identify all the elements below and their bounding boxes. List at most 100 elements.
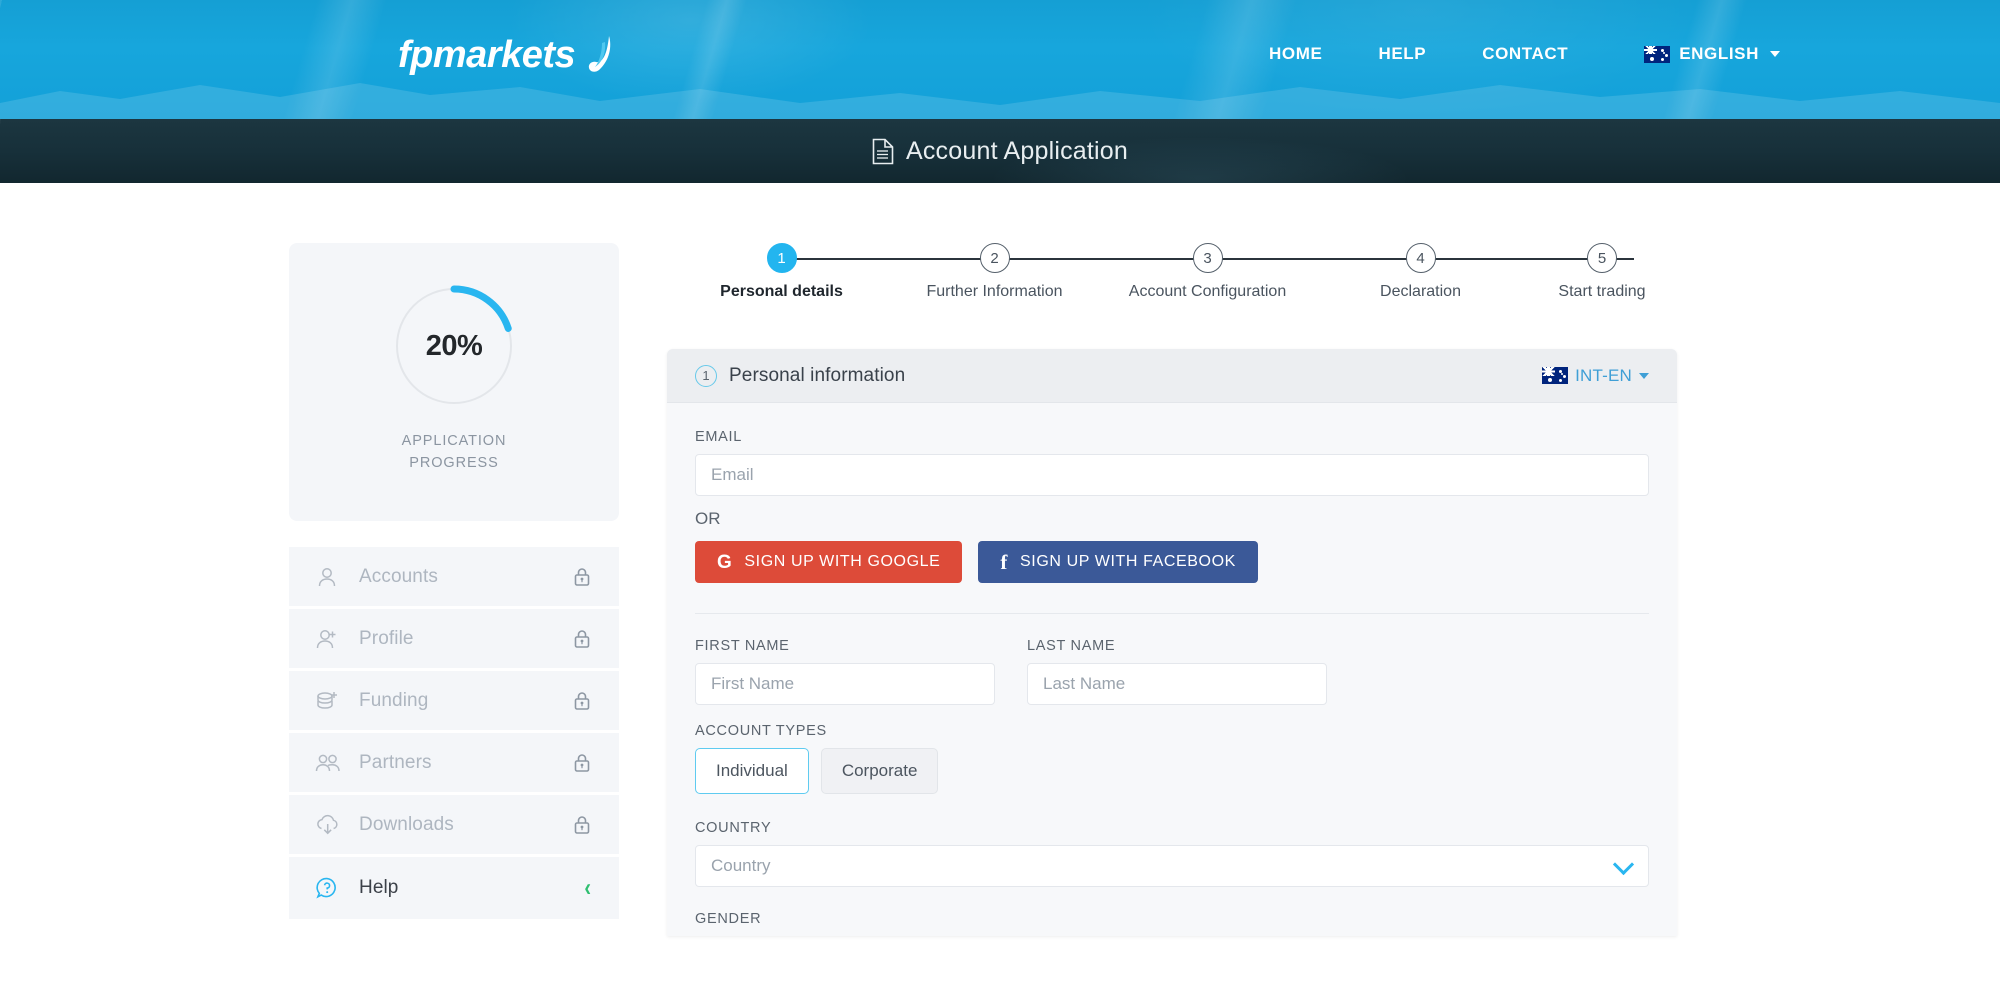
main-content: 1 Personal details 2 Further Information… [667, 243, 1757, 936]
lock-icon [573, 567, 591, 587]
sidebar-item-downloads[interactable]: Downloads [289, 795, 619, 857]
sidebar-item-profile[interactable]: Profile [289, 609, 619, 671]
sidebar: 20% APPLICATION PROGRESS Accounts Profil… [289, 243, 619, 936]
step-declaration[interactable]: 4 Declaration [1314, 243, 1634, 301]
step-label: Start trading [1558, 283, 1646, 300]
email-field-group: EMAIL [695, 429, 1649, 496]
nav-item-contact[interactable]: CONTACT [1454, 44, 1596, 64]
user-plus-icon [315, 627, 345, 651]
country-select-wrapper [695, 845, 1649, 887]
users-icon [315, 751, 345, 775]
locale-selector[interactable]: INT-EN [1542, 366, 1649, 386]
step-number: 1 [766, 243, 797, 273]
or-separator-text: OR [695, 509, 721, 528]
sidebar-item-label: Help [359, 877, 399, 898]
application-stepper: 1 Personal details 2 Further Information… [667, 243, 1677, 301]
step-label: Account Configuration [1128, 283, 1287, 300]
brand-logo-text: fpmarkets [398, 34, 576, 76]
personal-information-card: 1 Personal information INT-EN EMAIL Emai… [667, 349, 1677, 936]
progress-caption: APPLICATION PROGRESS [402, 431, 507, 475]
step-further-information[interactable]: 2 Further Information [888, 243, 1208, 301]
account-type-corporate[interactable]: Corporate [820, 748, 939, 794]
chevron-down-icon [1639, 372, 1649, 379]
sidebar-item-funding[interactable]: Funding [289, 671, 619, 733]
site-header: fpmarkets HOME HELP CONTACT ENGLISH [0, 0, 2000, 119]
step-label: Further Information [926, 283, 1063, 300]
country-select[interactable] [695, 845, 1649, 887]
sidebar-item-label: Downloads [359, 813, 454, 835]
chevron-down-icon [1770, 51, 1780, 57]
google-icon: G [717, 551, 733, 573]
account-types-group: ACCOUNT TYPES Individual Corporate [695, 723, 1649, 794]
last-name-field-group: LAST NAME [1027, 638, 1327, 705]
card-header: 1 Personal information INT-EN [667, 349, 1677, 403]
sidebar-item-partners[interactable]: Partners [289, 733, 619, 795]
brand-logo[interactable]: fpmarkets [398, 36, 617, 74]
step-start-trading[interactable]: 5 Start trading [1527, 243, 1677, 301]
australia-flag-icon [1644, 45, 1671, 63]
page-banner: Account Application [0, 119, 2000, 183]
sidebar-item-label: Partners [359, 751, 432, 773]
country-field-group: COUNTRY [695, 820, 1649, 887]
card-title: Personal information [729, 364, 906, 386]
lock-icon [573, 691, 591, 711]
page-title-text: Account Application [905, 136, 1128, 165]
account-type-individual[interactable]: Individual [695, 748, 809, 794]
australia-flag-icon [1542, 367, 1569, 384]
progress-caption-line2: PROGRESS [409, 454, 499, 471]
first-name-label: FIRST NAME [695, 638, 790, 654]
coins-plus-icon [315, 689, 345, 713]
card-step-number: 1 [695, 364, 717, 387]
lock-icon [573, 753, 591, 773]
step-number: 3 [1192, 243, 1223, 273]
progress-ring: 20% [391, 283, 517, 409]
sidebar-item-help[interactable]: Help ‹ [289, 857, 619, 919]
step-label: Declaration [1380, 283, 1461, 300]
lock-icon [573, 629, 591, 649]
cloud-download-icon [315, 813, 345, 837]
lock-icon [573, 815, 591, 835]
card-body: EMAIL OR G SIGN UP WITH GOOGLE f SIGN UP… [667, 403, 1677, 927]
progress-percent: 20% [425, 329, 483, 362]
social-signup-row: G SIGN UP WITH GOOGLE f SIGN UP WITH FAC… [695, 541, 1649, 613]
brand-swoosh-icon [588, 36, 611, 72]
signup-facebook-label: SIGN UP WITH FACEBOOK [1020, 553, 1236, 570]
user-icon [315, 565, 345, 589]
last-name-label: LAST NAME [1027, 638, 1116, 654]
step-connector [1207, 258, 1421, 260]
country-label: COUNTRY [695, 820, 772, 836]
signup-google-button[interactable]: G SIGN UP WITH GOOGLE [695, 541, 963, 583]
sidebar-item-label: Profile [359, 627, 414, 649]
nav-item-home[interactable]: HOME [1241, 44, 1350, 64]
signup-google-label: SIGN UP WITH GOOGLE [744, 553, 941, 570]
progress-caption-line1: APPLICATION [401, 433, 507, 449]
email-input[interactable] [695, 454, 1649, 496]
sidebar-item-label: Accounts [359, 565, 438, 587]
first-name-input[interactable] [695, 663, 995, 705]
locale-label: INT-EN [1575, 365, 1632, 385]
language-label: ENGLISH [1679, 44, 1759, 63]
facebook-icon: f [1000, 549, 1009, 574]
signup-facebook-button[interactable]: f SIGN UP WITH FACEBOOK [978, 541, 1258, 583]
document-icon [872, 138, 894, 164]
nav-item-help[interactable]: HELP [1350, 44, 1454, 64]
email-label: EMAIL [695, 429, 743, 445]
step-number: 5 [1587, 243, 1617, 273]
step-number: 4 [1405, 243, 1436, 273]
sidebar-item-accounts[interactable]: Accounts [289, 547, 619, 609]
last-name-input[interactable] [1027, 663, 1327, 705]
step-account-configuration[interactable]: 3 Account Configuration [1101, 243, 1421, 301]
sidebar-item-label: Funding [359, 689, 429, 711]
question-bubble-icon [315, 876, 345, 900]
step-label: Personal details [720, 283, 843, 300]
first-name-field-group: FIRST NAME [695, 638, 995, 705]
step-connector [994, 258, 1208, 260]
language-selector[interactable]: ENGLISH [1644, 44, 1780, 64]
account-types-label: ACCOUNT TYPES [695, 723, 827, 739]
step-personal-details[interactable]: 1 Personal details [675, 243, 995, 301]
chevron-left-icon[interactable]: ‹ [584, 876, 591, 901]
step-number: 2 [979, 243, 1010, 273]
step-connector [781, 258, 995, 260]
page-content: 20% APPLICATION PROGRESS Accounts Profil… [0, 183, 2000, 936]
main-navigation: HOME HELP CONTACT ENGLISH [1241, 36, 1820, 64]
